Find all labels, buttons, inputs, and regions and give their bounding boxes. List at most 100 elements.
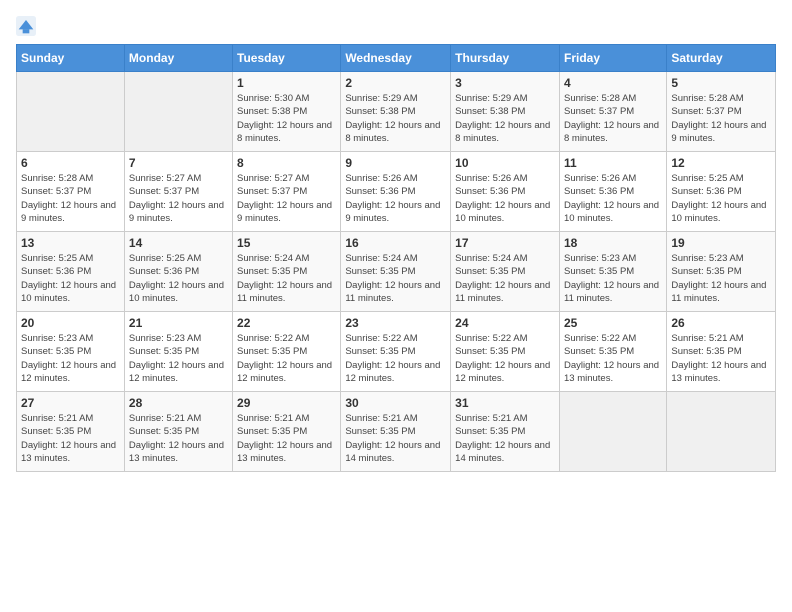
calendar-week-4: 20 Sunrise: 5:23 AMSunset: 5:35 PMDayligh… (17, 312, 776, 392)
day-detail: Sunrise: 5:23 AMSunset: 5:35 PMDaylight:… (564, 252, 662, 305)
calendar-day-24: 24 Sunrise: 5:22 AMSunset: 5:35 PMDayligh… (451, 312, 560, 392)
day-number: 18 (564, 236, 662, 250)
calendar-day-11: 11 Sunrise: 5:26 AMSunset: 5:36 PMDayligh… (559, 152, 666, 232)
day-number: 25 (564, 316, 662, 330)
calendar-empty-cell (667, 392, 776, 472)
day-detail: Sunrise: 5:27 AMSunset: 5:37 PMDaylight:… (237, 172, 336, 225)
calendar-day-13: 13Sunrise: 5:25 AMSunset: 5:36 PMDayligh… (17, 232, 125, 312)
day-number: 3 (455, 76, 555, 90)
calendar-day-8: 8 Sunrise: 5:27 AMSunset: 5:37 PMDaylight… (233, 152, 341, 232)
day-detail: Sunrise: 5:23 AMSunset: 5:35 PMDaylight:… (129, 332, 228, 385)
calendar-header-wednesday: Wednesday (341, 45, 451, 72)
day-number: 20 (21, 316, 120, 330)
day-detail: Sunrise: 5:28 AMSunset: 5:37 PMDaylight:… (564, 92, 662, 145)
day-number: 8 (237, 156, 336, 170)
day-number: 16 (345, 236, 446, 250)
day-number: 12 (671, 156, 771, 170)
day-number: 7 (129, 156, 228, 170)
day-detail: Sunrise: 5:21 AMSunset: 5:35 PMDaylight:… (455, 412, 555, 465)
logo-icon (16, 16, 36, 36)
calendar-header-thursday: Thursday (451, 45, 560, 72)
day-number: 15 (237, 236, 336, 250)
day-detail: Sunrise: 5:27 AMSunset: 5:37 PMDaylight:… (129, 172, 228, 225)
calendar-day-9: 9Sunrise: 5:26 AMSunset: 5:36 PMDaylight… (341, 152, 451, 232)
calendar-week-1: 1Sunrise: 5:30 AMSunset: 5:38 PMDaylight… (17, 72, 776, 152)
calendar-header-saturday: Saturday (667, 45, 776, 72)
day-number: 30 (345, 396, 446, 410)
day-detail: Sunrise: 5:22 AMSunset: 5:35 PMDaylight:… (455, 332, 555, 385)
day-number: 11 (564, 156, 662, 170)
calendar-day-2: 2 Sunrise: 5:29 AMSunset: 5:38 PMDaylight… (341, 72, 451, 152)
calendar-day-4: 4Sunrise: 5:28 AMSunset: 5:37 PMDaylight… (559, 72, 666, 152)
calendar: SundayMondayTuesdayWednesdayThursdayFrid… (16, 44, 776, 472)
day-detail: Sunrise: 5:24 AMSunset: 5:35 PMDaylight:… (237, 252, 336, 305)
day-number: 26 (671, 316, 771, 330)
day-detail: Sunrise: 5:21 AMSunset: 5:35 PMDaylight:… (237, 412, 336, 465)
day-number: 6 (21, 156, 120, 170)
calendar-day-23: 23 Sunrise: 5:22 AMSunset: 5:35 PMDayligh… (341, 312, 451, 392)
calendar-day-1: 1Sunrise: 5:30 AMSunset: 5:38 PMDaylight… (233, 72, 341, 152)
calendar-day-29: 29 Sunrise: 5:21 AMSunset: 5:35 PMDayligh… (233, 392, 341, 472)
day-number: 14 (129, 236, 228, 250)
calendar-header-friday: Friday (559, 45, 666, 72)
day-detail: Sunrise: 5:26 AMSunset: 5:36 PMDaylight:… (455, 172, 555, 225)
calendar-day-16: 16 Sunrise: 5:24 AMSunset: 5:35 PMDayligh… (341, 232, 451, 312)
day-number: 1 (237, 76, 336, 90)
calendar-day-20: 20 Sunrise: 5:23 AMSunset: 5:35 PMDayligh… (17, 312, 125, 392)
day-number: 27 (21, 396, 120, 410)
calendar-day-18: 18 Sunrise: 5:23 AMSunset: 5:35 PMDayligh… (559, 232, 666, 312)
calendar-day-3: 3 Sunrise: 5:29 AMSunset: 5:38 PMDaylight… (451, 72, 560, 152)
day-detail: Sunrise: 5:29 AMSunset: 5:38 PMDaylight:… (455, 92, 555, 145)
day-detail: Sunrise: 5:25 AMSunset: 5:36 PMDaylight:… (21, 252, 120, 305)
calendar-week-3: 13Sunrise: 5:25 AMSunset: 5:36 PMDayligh… (17, 232, 776, 312)
day-number: 24 (455, 316, 555, 330)
day-number: 31 (455, 396, 555, 410)
day-detail: Sunrise: 5:21 AMSunset: 5:35 PMDaylight:… (21, 412, 120, 465)
logo (16, 16, 40, 36)
day-detail: Sunrise: 5:24 AMSunset: 5:35 PMDaylight:… (455, 252, 555, 305)
day-number: 5 (671, 76, 771, 90)
day-detail: Sunrise: 5:22 AMSunset: 5:35 PMDaylight:… (345, 332, 446, 385)
day-detail: Sunrise: 5:22 AMSunset: 5:35 PMDaylight:… (564, 332, 662, 385)
calendar-day-28: 28Sunrise: 5:21 AMSunset: 5:35 PMDayligh… (124, 392, 232, 472)
day-detail: Sunrise: 5:29 AMSunset: 5:38 PMDaylight:… (345, 92, 446, 145)
calendar-header-tuesday: Tuesday (233, 45, 341, 72)
calendar-day-25: 25 Sunrise: 5:22 AMSunset: 5:35 PMDayligh… (559, 312, 666, 392)
calendar-day-5: 5Sunrise: 5:28 AMSunset: 5:37 PMDaylight… (667, 72, 776, 152)
calendar-day-31: 31 Sunrise: 5:21 AMSunset: 5:35 PMDayligh… (451, 392, 560, 472)
day-detail: Sunrise: 5:21 AMSunset: 5:35 PMDaylight:… (671, 332, 771, 385)
day-detail: Sunrise: 5:21 AMSunset: 5:35 PMDaylight:… (129, 412, 228, 465)
calendar-week-2: 6 Sunrise: 5:28 AMSunset: 5:37 PMDaylight… (17, 152, 776, 232)
calendar-empty-cell (17, 72, 125, 152)
day-detail: Sunrise: 5:22 AMSunset: 5:35 PMDaylight:… (237, 332, 336, 385)
calendar-header-monday: Monday (124, 45, 232, 72)
calendar-day-7: 7 Sunrise: 5:27 AMSunset: 5:37 PMDaylight… (124, 152, 232, 232)
calendar-day-27: 27 Sunrise: 5:21 AMSunset: 5:35 PMDayligh… (17, 392, 125, 472)
day-detail: Sunrise: 5:23 AMSunset: 5:35 PMDaylight:… (21, 332, 120, 385)
calendar-week-5: 27 Sunrise: 5:21 AMSunset: 5:35 PMDayligh… (17, 392, 776, 472)
day-number: 10 (455, 156, 555, 170)
calendar-day-17: 17 Sunrise: 5:24 AMSunset: 5:35 PMDayligh… (451, 232, 560, 312)
calendar-empty-cell (559, 392, 666, 472)
day-detail: Sunrise: 5:26 AMSunset: 5:36 PMDaylight:… (564, 172, 662, 225)
day-number: 19 (671, 236, 771, 250)
calendar-day-15: 15 Sunrise: 5:24 AMSunset: 5:35 PMDayligh… (233, 232, 341, 312)
day-detail: Sunrise: 5:24 AMSunset: 5:35 PMDaylight:… (345, 252, 446, 305)
calendar-day-19: 19 Sunrise: 5:23 AMSunset: 5:35 PMDayligh… (667, 232, 776, 312)
calendar-day-22: 22 Sunrise: 5:22 AMSunset: 5:35 PMDayligh… (233, 312, 341, 392)
day-detail: Sunrise: 5:21 AMSunset: 5:35 PMDaylight:… (345, 412, 446, 465)
day-detail: Sunrise: 5:25 AMSunset: 5:36 PMDaylight:… (129, 252, 228, 305)
day-number: 22 (237, 316, 336, 330)
day-detail: Sunrise: 5:28 AMSunset: 5:37 PMDaylight:… (21, 172, 120, 225)
calendar-empty-cell (124, 72, 232, 152)
calendar-header-row: SundayMondayTuesdayWednesdayThursdayFrid… (17, 45, 776, 72)
day-number: 2 (345, 76, 446, 90)
day-number: 29 (237, 396, 336, 410)
day-number: 23 (345, 316, 446, 330)
day-detail: Sunrise: 5:25 AMSunset: 5:36 PMDaylight:… (671, 172, 771, 225)
day-number: 17 (455, 236, 555, 250)
calendar-day-10: 10 Sunrise: 5:26 AMSunset: 5:36 PMDayligh… (451, 152, 560, 232)
day-number: 21 (129, 316, 228, 330)
day-detail: Sunrise: 5:23 AMSunset: 5:35 PMDaylight:… (671, 252, 771, 305)
day-detail: Sunrise: 5:26 AMSunset: 5:36 PMDaylight:… (345, 172, 446, 225)
